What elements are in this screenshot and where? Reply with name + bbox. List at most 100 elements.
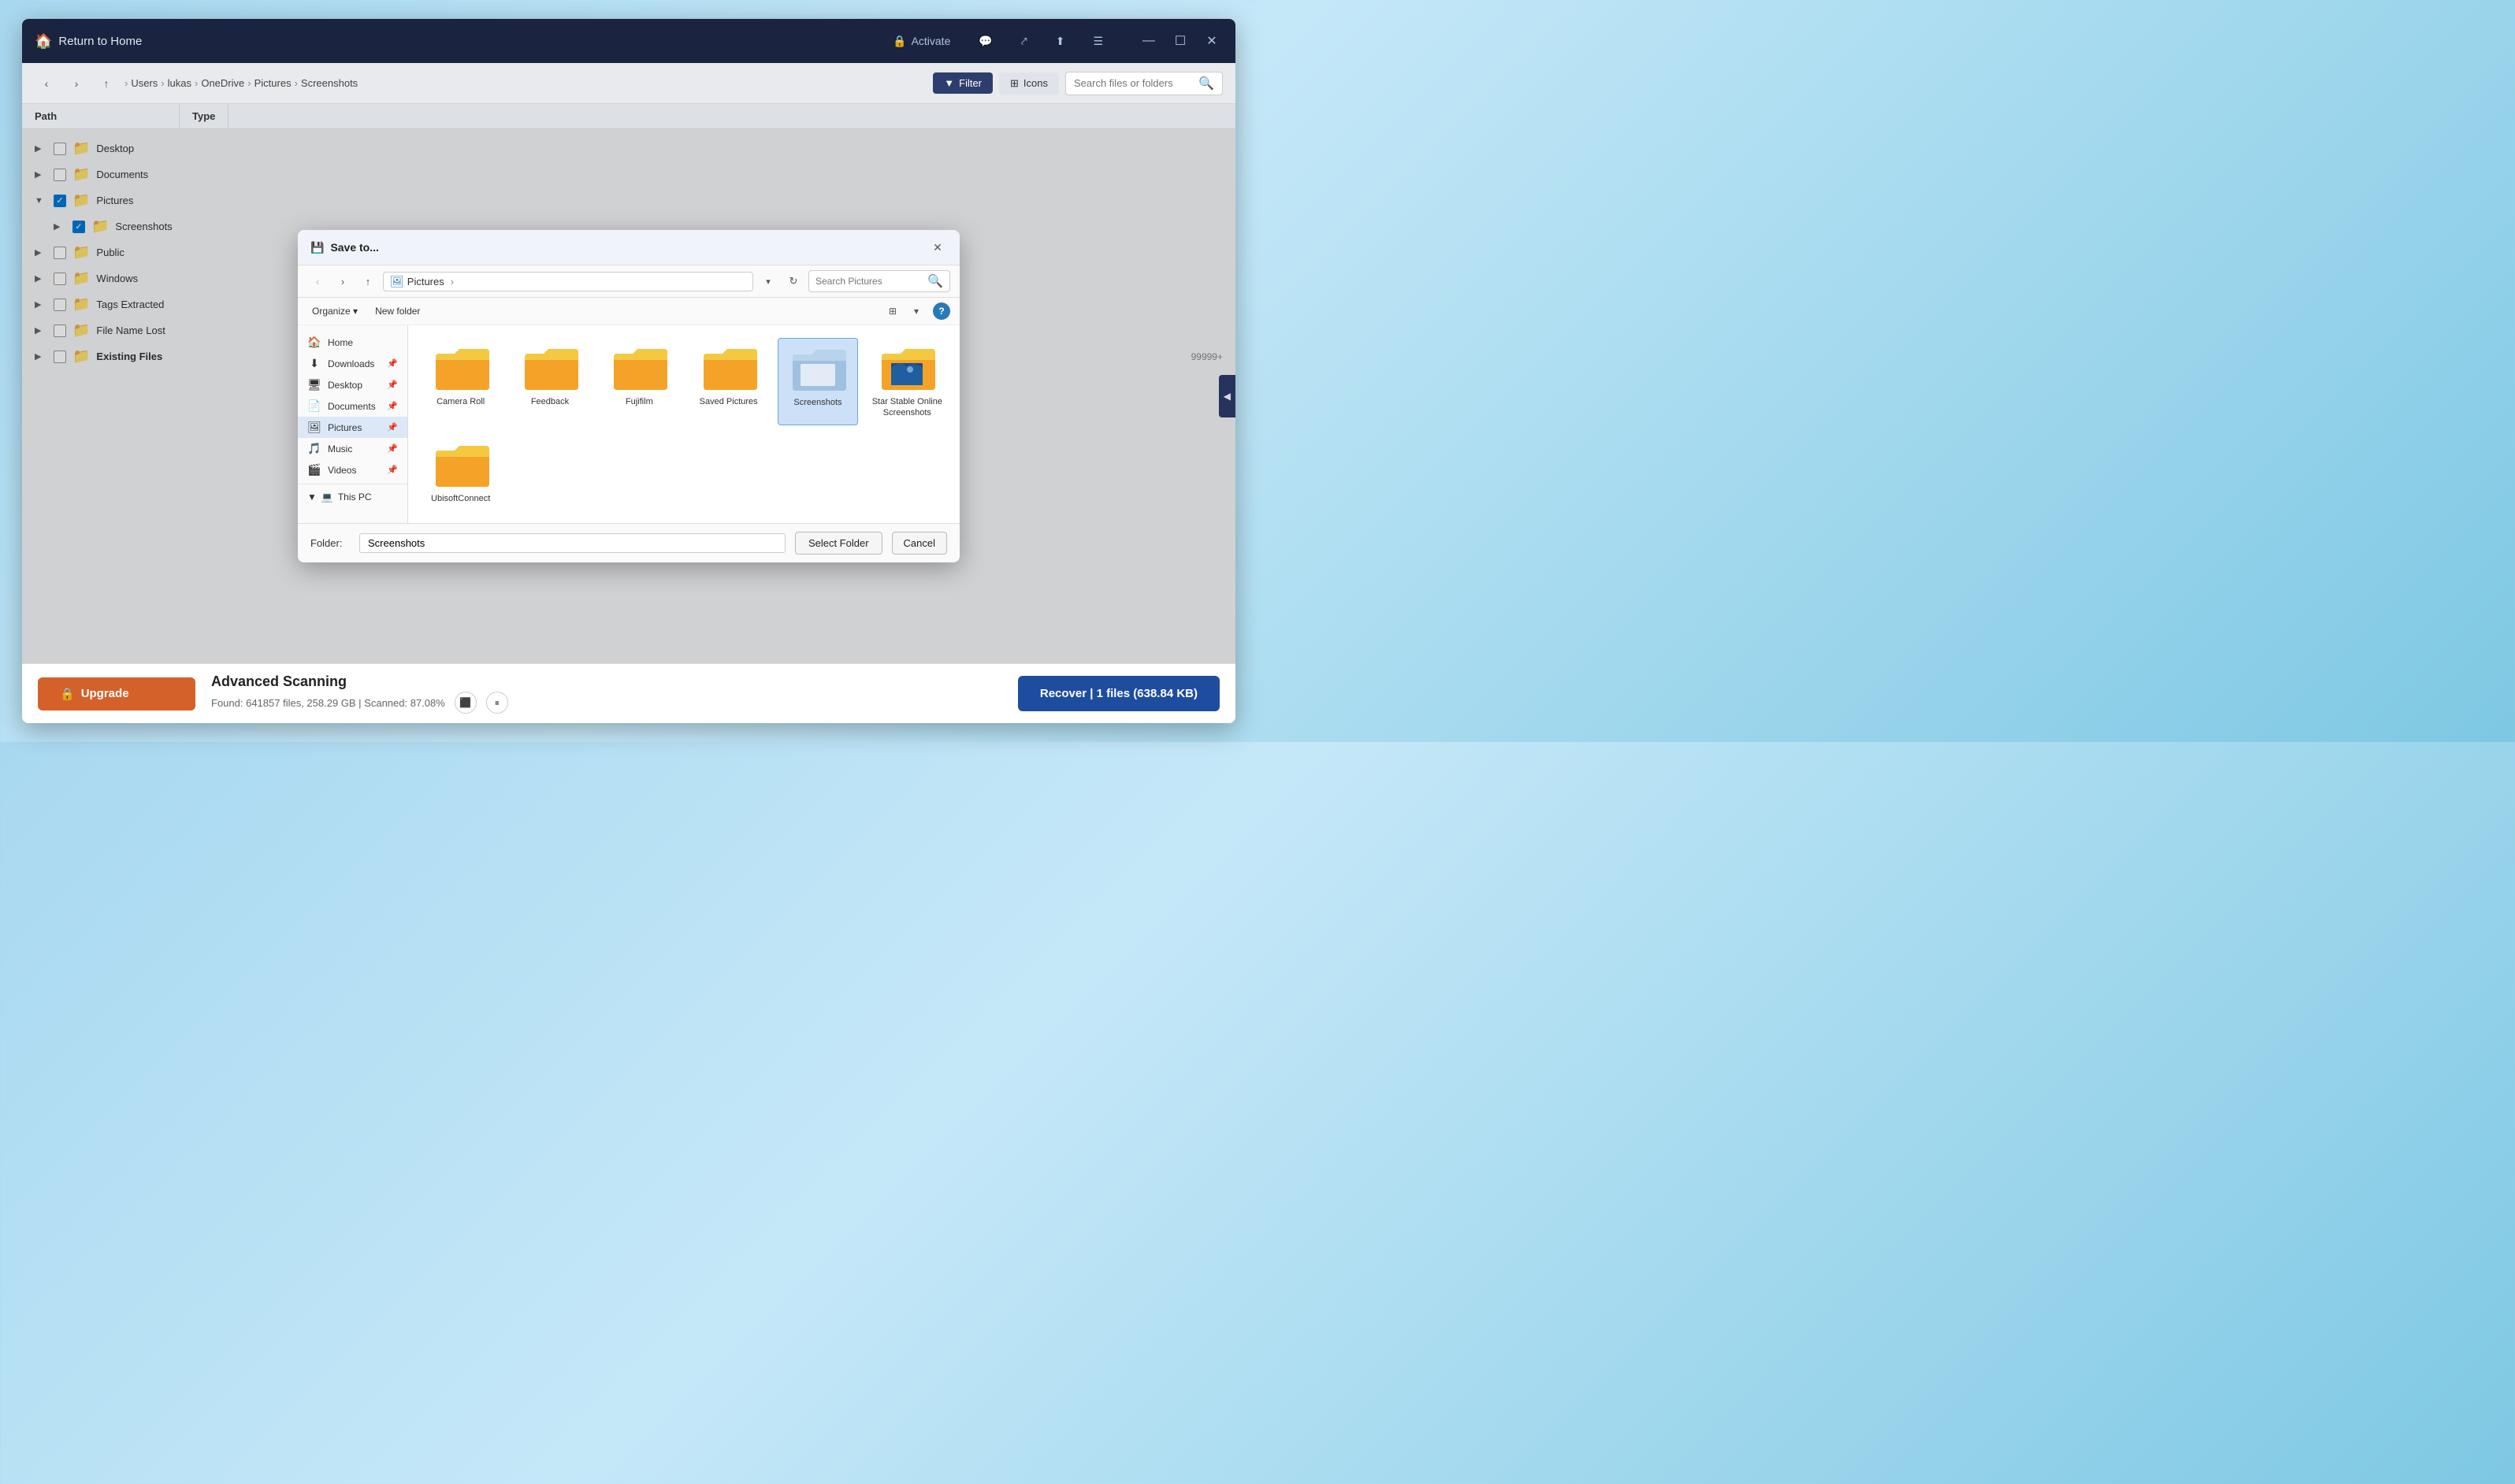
forward-button[interactable]: › xyxy=(65,72,88,95)
dialog-up-button[interactable]: ↑ xyxy=(358,271,378,291)
view-dropdown-button[interactable]: ▾ xyxy=(906,301,927,321)
folder-svg xyxy=(700,344,757,391)
this-pc-section: ▼ 💻 This PC xyxy=(298,484,407,506)
scan-details: Found: 641857 files, 258.29 GB | Scanned… xyxy=(211,692,1002,714)
sidebar-item-music[interactable]: 🎵 Music 📌 xyxy=(298,438,407,459)
up-button[interactable]: ↑ xyxy=(95,72,118,95)
folder-svg xyxy=(789,345,846,392)
desktop-icon: 🖥 xyxy=(307,378,321,391)
sidebar-item-desktop[interactable]: 🖥 Desktop 📌 xyxy=(298,374,407,395)
folder-thumb-star-stable xyxy=(879,344,935,391)
minimize-button[interactable]: — xyxy=(1138,30,1160,52)
pin-icon: 📌 xyxy=(387,401,398,411)
dialog-search-icon: 🔍 xyxy=(927,273,943,289)
sidebar-item-downloads[interactable]: ⬇ Downloads 📌 xyxy=(298,353,407,374)
hamburger-icon: ☰ xyxy=(1093,35,1103,48)
dialog-title-bar: 💾 Save to... ✕ xyxy=(298,230,960,265)
organize-button[interactable]: Organize ▾ xyxy=(307,303,362,319)
documents-icon: 📄 xyxy=(307,399,321,413)
dialog-refresh-button[interactable]: ↻ xyxy=(783,271,804,291)
maximize-button[interactable]: ☐ xyxy=(1169,30,1191,52)
videos-icon: 🎬 xyxy=(307,463,321,477)
folder-item-ubisoft[interactable]: UbisoftConnect xyxy=(421,435,500,510)
this-pc-icon: 💻 xyxy=(321,492,333,503)
breadcrumb-screenshots[interactable]: Screenshots xyxy=(301,77,358,89)
folder-svg xyxy=(879,344,935,391)
view-toggle-button[interactable]: ⊞ xyxy=(882,301,903,321)
close-button[interactable]: ✕ xyxy=(1201,30,1223,52)
this-pc-expand[interactable]: ▼ 💻 This PC xyxy=(298,488,407,506)
dialog-search-input[interactable] xyxy=(815,276,923,287)
app-title: Return to Home xyxy=(58,35,142,48)
upgrade-button[interactable]: 🔒 Upgrade xyxy=(38,677,195,710)
back-button[interactable]: ‹ xyxy=(35,72,58,95)
folder-item-screenshots[interactable]: Screenshots xyxy=(778,338,857,425)
folder-label-camera-roll: Camera Roll xyxy=(437,396,485,407)
breadcrumb-lukas[interactable]: lukas xyxy=(168,77,191,89)
folder-thumb-camera-roll xyxy=(433,344,489,391)
folder-label-feedback: Feedback xyxy=(531,396,569,407)
expand-icon: ▼ xyxy=(307,492,317,503)
dialog-back-button[interactable]: ‹ xyxy=(307,271,328,291)
share-icon: ⤤ xyxy=(1021,35,1027,48)
dialog-body: 🏠 Home ⬇ Downloads 📌 🖥 Desktop 📌 xyxy=(298,325,960,523)
dialog-title-icon: 💾 xyxy=(310,241,324,254)
new-folder-button[interactable]: New folder xyxy=(369,303,426,319)
sidebar-label-music: Music xyxy=(328,443,352,454)
scan-title: Advanced Scanning xyxy=(211,673,1002,690)
help-button[interactable]: ? xyxy=(933,302,950,320)
app-window: 🏠 Return to Home 🔒 Activate 💬 ⤤ ⬆ ☰ — ☐ xyxy=(22,19,1235,723)
folder-svg xyxy=(522,344,578,391)
save-button[interactable]: ⬆ xyxy=(1049,32,1072,51)
breadcrumb-users[interactable]: Users xyxy=(131,77,158,89)
breadcrumb-pictures[interactable]: Pictures xyxy=(254,77,292,89)
breadcrumb-onedrive[interactable]: OneDrive xyxy=(201,77,244,89)
toolbar: ‹ › ↑ › Users › lukas › OneDrive › Pictu… xyxy=(22,63,1235,104)
search-input[interactable] xyxy=(1074,77,1192,89)
chat-icon: 💬 xyxy=(979,35,992,48)
search-icon: 🔍 xyxy=(1198,76,1214,91)
select-folder-button[interactable]: Select Folder xyxy=(795,532,882,555)
dialog-organize-bar: Organize ▾ New folder ⊞ ▾ ? xyxy=(298,298,960,325)
dialog-breadcrumb: 🖼 Pictures › xyxy=(383,272,753,291)
sidebar-item-home[interactable]: 🏠 Home xyxy=(298,332,407,353)
dialog-sidebar: 🏠 Home ⬇ Downloads 📌 🖥 Desktop 📌 xyxy=(298,325,408,523)
folder-item-fujifilm[interactable]: Fujifilm xyxy=(600,338,679,425)
sidebar-item-videos[interactable]: 🎬 Videos 📌 xyxy=(298,459,407,480)
dialog-forward-button[interactable]: › xyxy=(332,271,353,291)
folder-svg xyxy=(433,344,489,391)
pin-icon: 📌 xyxy=(387,443,398,454)
filter-button[interactable]: ▼ Filter xyxy=(933,72,993,94)
folder-name-input[interactable] xyxy=(359,533,786,553)
grid-icon: ⊞ xyxy=(1010,77,1019,90)
pin-icon: 📌 xyxy=(387,422,398,432)
recover-button[interactable]: Recover | 1 files (638.84 KB) xyxy=(1018,676,1220,711)
dialog-close-button[interactable]: ✕ xyxy=(928,238,947,257)
dialog-dropdown-button[interactable]: ▾ xyxy=(758,271,778,291)
icons-button[interactable]: ⊞ Icons xyxy=(999,72,1059,95)
folder-item-saved-pictures[interactable]: Saved Pictures xyxy=(689,338,768,425)
dialog-footer: Folder: Select Folder Cancel xyxy=(298,523,960,562)
cancel-button[interactable]: Cancel xyxy=(892,532,947,555)
share-button[interactable]: ⤤ xyxy=(1015,32,1034,51)
activate-button[interactable]: 🔒 Activate xyxy=(886,32,957,51)
folder-label-star-stable: Star Stable Online Screenshots xyxy=(871,396,944,419)
stop-button[interactable]: ⬛ xyxy=(455,692,477,714)
dialog-breadcrumb-pictures: Pictures xyxy=(407,276,444,288)
folder-item-camera-roll[interactable]: Camera Roll xyxy=(421,338,500,425)
sidebar-label-downloads: Downloads xyxy=(328,358,374,369)
sidebar-item-documents[interactable]: 📄 Documents 📌 xyxy=(298,395,407,417)
view-controls: ⊞ ▾ ? xyxy=(882,301,950,321)
folder-item-feedback[interactable]: Feedback xyxy=(510,338,589,425)
folder-thumb-screenshots xyxy=(789,345,846,392)
folder-field-label: Folder: xyxy=(310,537,350,549)
pictures-breadcrumb-icon: 🖼 xyxy=(390,275,404,288)
pause-button[interactable]: ⏸ xyxy=(486,692,508,714)
folder-item-star-stable[interactable]: Star Stable Online Screenshots xyxy=(867,338,947,425)
sidebar-item-pictures[interactable]: 🖼 Pictures 📌 xyxy=(298,417,407,438)
chat-button[interactable]: 💬 xyxy=(972,32,998,51)
folder-thumb-saved-pictures xyxy=(700,344,757,391)
folder-svg xyxy=(611,344,667,391)
menu-button[interactable]: ☰ xyxy=(1087,32,1109,51)
sidebar-label-documents: Documents xyxy=(328,401,376,412)
